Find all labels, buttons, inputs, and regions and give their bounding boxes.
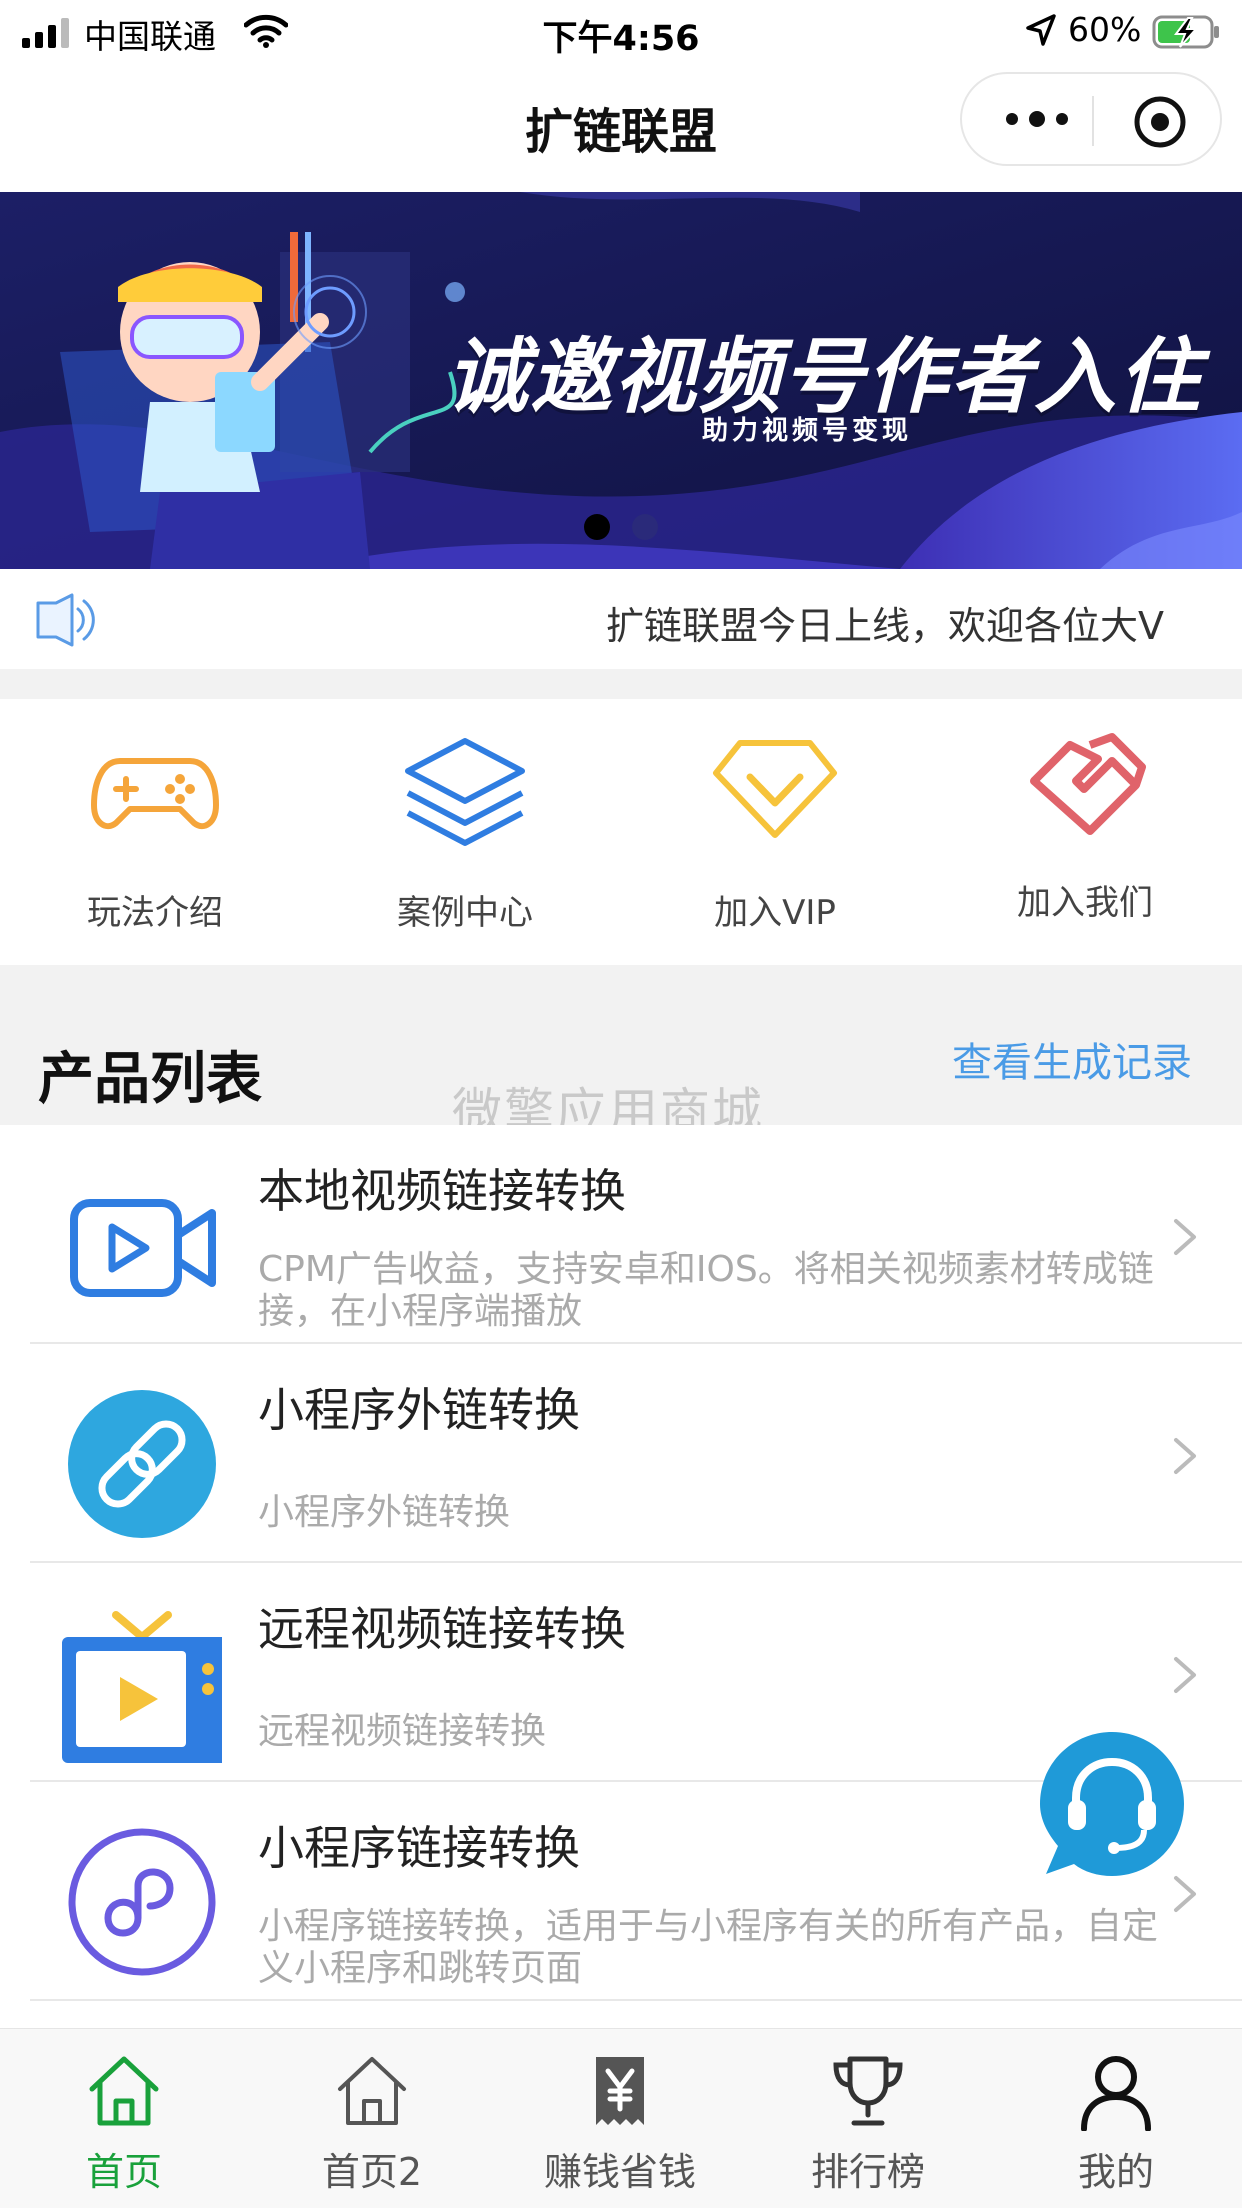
handshake-icon bbox=[1030, 733, 1146, 835]
nav-bar: 扩链联盟 bbox=[0, 62, 1242, 192]
menu-label: 加入我们 bbox=[1017, 883, 1153, 923]
yen-ticket-icon bbox=[596, 2057, 644, 2125]
customer-service-icon[interactable] bbox=[1036, 1728, 1188, 1880]
gamepad-icon bbox=[91, 758, 219, 830]
user-icon bbox=[1081, 2056, 1151, 2131]
carousel-dot[interactable] bbox=[632, 514, 658, 540]
product-title: 远程视频链接转换 bbox=[258, 1602, 626, 1656]
menu-item-join-us[interactable]: 加入我们 bbox=[930, 699, 1240, 965]
tab-label: 首页 bbox=[85, 2150, 162, 2194]
menu-label: 加入VIP bbox=[714, 893, 836, 933]
battery-percent: 60% bbox=[1068, 10, 1142, 49]
tab-label: 排行榜 bbox=[810, 2150, 925, 2194]
chevron-right-icon bbox=[1174, 1438, 1196, 1474]
tab-home[interactable]: 首页 bbox=[0, 2029, 248, 2208]
tv-play-icon bbox=[62, 1611, 222, 1763]
feature-menu: 玩法介绍 案例中心 加入VIP 加入我们 bbox=[0, 699, 1242, 965]
tab-label: 赚钱省钱 bbox=[543, 2150, 696, 2194]
banner-subtitle: 助力视频号变现 bbox=[702, 416, 913, 446]
product-title: 本地视频链接转换 bbox=[258, 1164, 626, 1218]
vip-diamond-icon bbox=[713, 740, 837, 838]
more-dots-icon[interactable] bbox=[1002, 104, 1072, 134]
location-arrow-icon bbox=[1026, 14, 1056, 46]
product-desc: 小程序链接转换，适用于与小程序有关的所有产品，自定义小程序和跳转页面 bbox=[258, 1906, 1159, 1989]
mini-program-icon bbox=[68, 1828, 216, 1976]
video-camera-icon bbox=[70, 1199, 216, 1297]
tab-label: 我的 bbox=[1077, 2150, 1154, 2194]
chevron-right-icon bbox=[1174, 1219, 1196, 1255]
product-row-mini-external-link[interactable]: 小程序外链转换 小程序外链转换 bbox=[0, 1344, 1242, 1563]
product-desc: 远程视频链接转换 bbox=[258, 1711, 547, 1752]
menu-item-cases[interactable]: 案例中心 bbox=[310, 699, 620, 965]
target-icon[interactable] bbox=[1132, 94, 1188, 150]
banner-carousel[interactable]: 诚邀视频号作者入住 助力视频号变现 bbox=[0, 192, 1242, 569]
menu-item-gameplay[interactable]: 玩法介绍 bbox=[0, 699, 310, 965]
mini-program-capsule bbox=[960, 72, 1222, 166]
notice-bar[interactable]: 扩链联盟今日上线，欢迎各位大V bbox=[0, 569, 1242, 669]
product-title: 小程序链接转换 bbox=[258, 1821, 580, 1875]
menu-label: 案例中心 bbox=[397, 893, 533, 933]
link-icon bbox=[68, 1390, 216, 1538]
section-gap bbox=[0, 669, 1242, 699]
battery-charging-icon bbox=[1152, 15, 1219, 49]
status-bar: 中国联通 下午4:56 60% bbox=[0, 0, 1242, 62]
tab-bar: 首页 首页2 赚钱省钱 排行榜 我的 bbox=[0, 2028, 1242, 2208]
trophy-icon bbox=[833, 2056, 903, 2126]
tab-earn-save[interactable]: 赚钱省钱 bbox=[496, 2029, 744, 2208]
home-icon bbox=[89, 2056, 159, 2126]
layers-icon bbox=[405, 738, 525, 846]
product-desc: CPM广告收益，支持安卓和IOS。将相关视频素材转成链接，在小程序端播放 bbox=[258, 1249, 1154, 1332]
tab-mine[interactable]: 我的 bbox=[992, 2029, 1240, 2208]
notice-text: 扩链联盟今日上线，欢迎各位大V bbox=[606, 604, 1164, 648]
product-desc: 小程序外链转换 bbox=[258, 1492, 511, 1533]
carousel-dot-active[interactable] bbox=[584, 514, 610, 540]
capsule-divider bbox=[1092, 96, 1094, 146]
menu-item-vip[interactable]: 加入VIP bbox=[620, 699, 930, 965]
section-title: 产品列表 bbox=[38, 1047, 262, 1112]
menu-label: 玩法介绍 bbox=[87, 893, 223, 933]
speaker-icon bbox=[36, 593, 95, 647]
row-divider bbox=[30, 1999, 1242, 2001]
home-icon bbox=[338, 2057, 406, 2125]
chevron-right-icon bbox=[1174, 1657, 1196, 1693]
tab-label: 首页2 bbox=[321, 2150, 423, 2194]
product-title: 小程序外链转换 bbox=[258, 1383, 580, 1437]
tab-home2[interactable]: 首页2 bbox=[248, 2029, 496, 2208]
tab-ranking[interactable]: 排行榜 bbox=[744, 2029, 992, 2208]
product-row-local-video[interactable]: 本地视频链接转换 CPM广告收益，支持安卓和IOS。将相关视频素材转成链接，在小… bbox=[0, 1125, 1242, 1344]
view-history-link[interactable]: 查看生成记录 bbox=[952, 1030, 1192, 1088]
